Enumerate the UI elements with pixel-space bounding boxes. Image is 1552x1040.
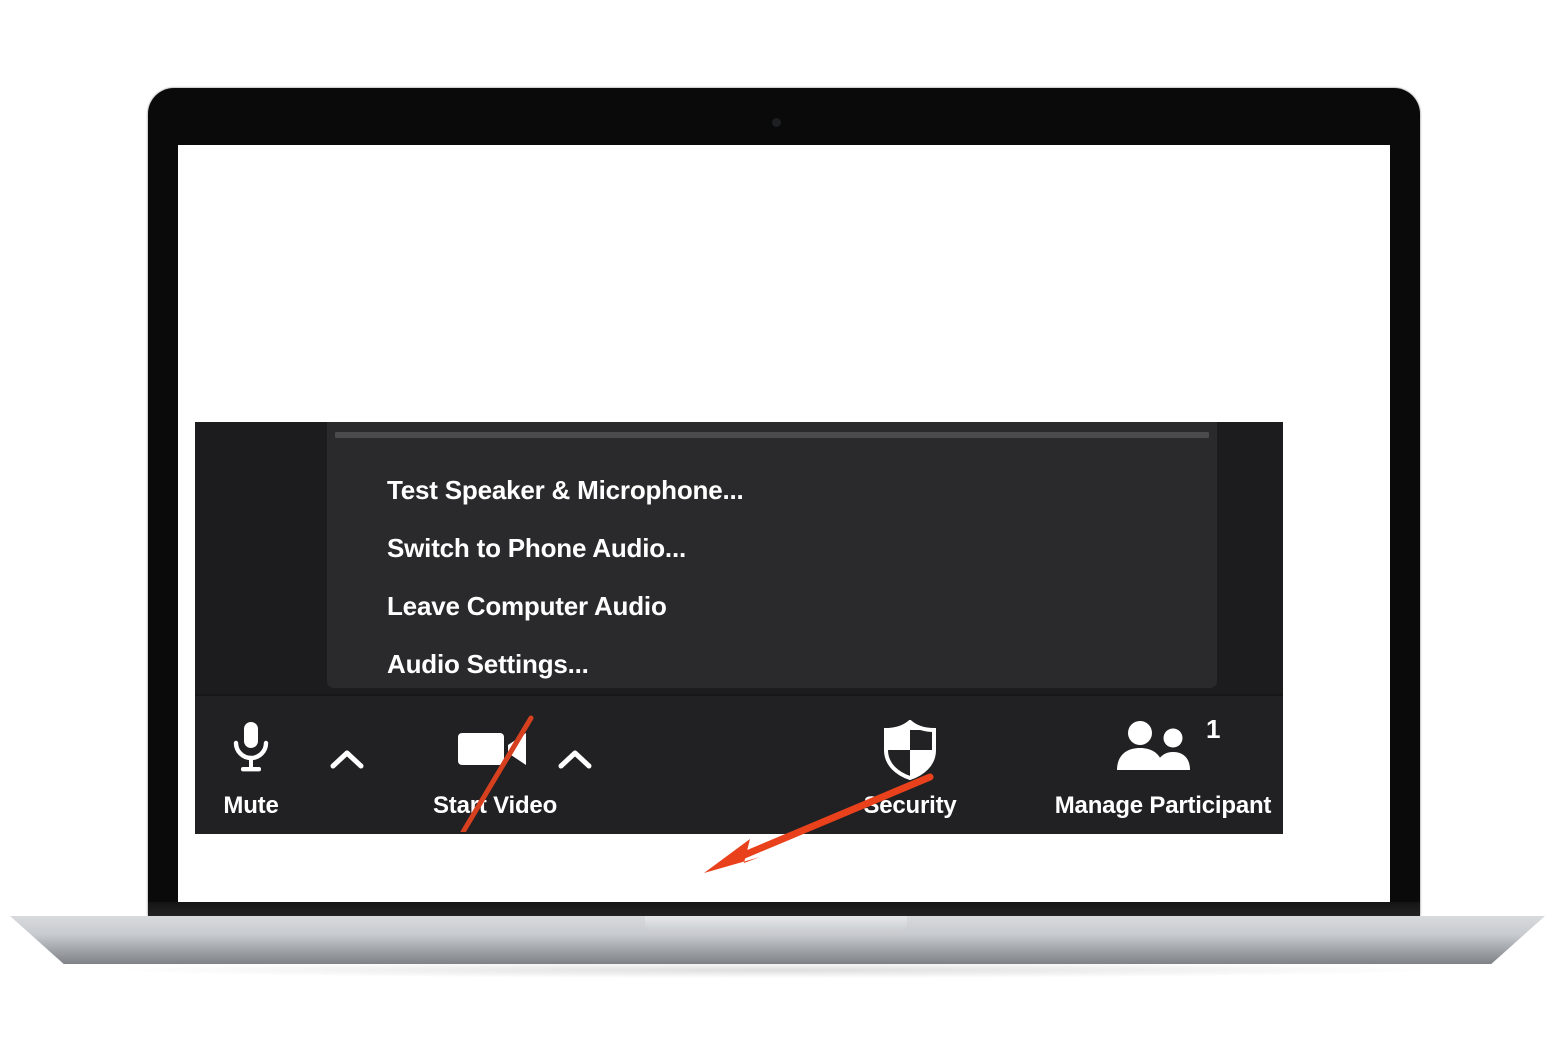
webcam-icon [772, 118, 781, 127]
menu-item-audio-settings[interactable]: Audio Settings... [387, 651, 589, 677]
manage-participants-button[interactable]: Manage Participant [1035, 696, 1285, 834]
laptop-base-notch [645, 916, 907, 932]
audio-options-chevron-button[interactable] [327, 696, 367, 834]
menu-item-leave-computer-audio[interactable]: Leave Computer Audio [387, 593, 667, 619]
video-options-chevron-button[interactable] [555, 696, 595, 834]
laptop-base-shadow [120, 962, 1430, 978]
chevron-up-icon [327, 744, 367, 774]
manage-participants-label: Manage Participant [1054, 792, 1272, 819]
mute-button[interactable]: Mute [195, 696, 307, 834]
participants-icon [1109, 720, 1197, 781]
menu-item-switch-to-phone-audio[interactable]: Switch to Phone Audio... [387, 535, 686, 561]
menu-top-divider [335, 432, 1209, 438]
mute-label: Mute [223, 792, 279, 819]
zoom-toolbar: Mute Start Video Security Manage Partici… [195, 694, 1283, 834]
security-button[interactable]: Security [830, 696, 990, 834]
participants-count-badge: 1 [1206, 714, 1221, 744]
zoom-meeting-window: Test Speaker & Microphone... Switch to P… [195, 422, 1283, 834]
laptop-screen: Test Speaker & Microphone... Switch to P… [178, 145, 1390, 902]
laptop-mockup: Test Speaker & Microphone... Switch to P… [0, 0, 1552, 1040]
shield-icon [882, 719, 938, 785]
audio-options-menu[interactable]: Test Speaker & Microphone... Switch to P… [327, 422, 1217, 688]
menu-item-test-speaker-microphone[interactable]: Test Speaker & Microphone... [387, 477, 744, 503]
security-label: Security [863, 792, 957, 819]
start-video-label: Start Video [432, 792, 558, 819]
video-camera-off-icon [456, 720, 534, 781]
microphone-icon [229, 720, 273, 781]
laptop-lid: Test Speaker & Microphone... Switch to P… [148, 88, 1420, 918]
chevron-up-icon [555, 744, 595, 774]
